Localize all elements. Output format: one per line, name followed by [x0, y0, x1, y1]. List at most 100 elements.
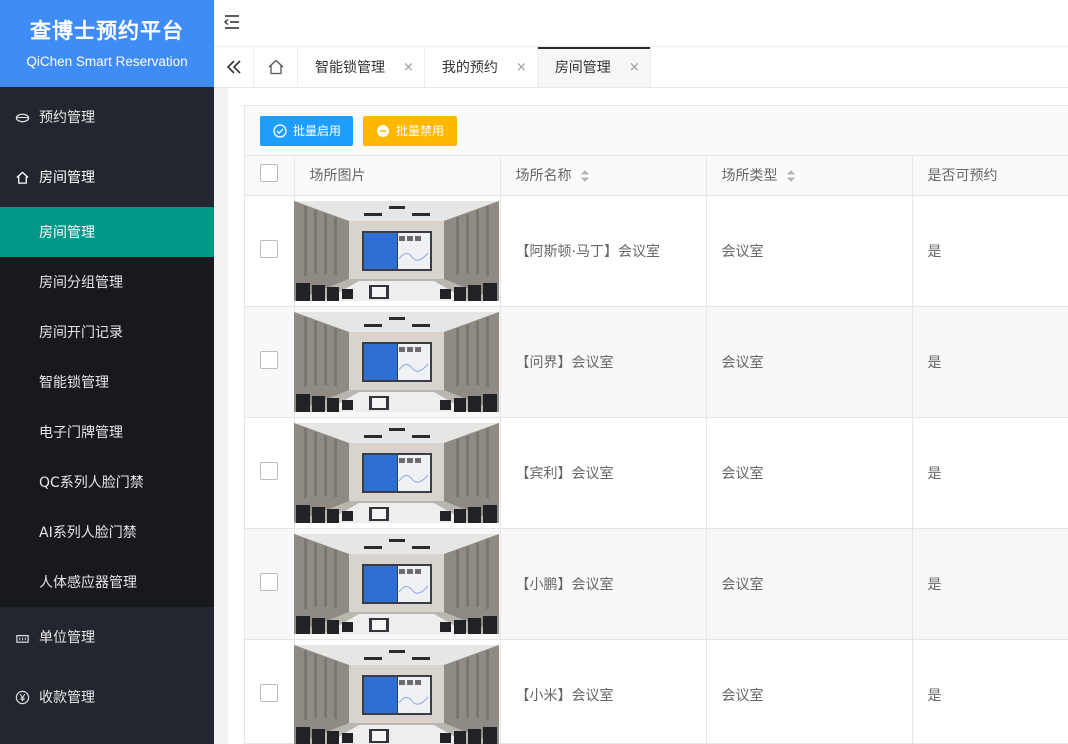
- building-icon: [14, 629, 30, 645]
- room-bookable: 是: [912, 306, 1068, 418]
- tab-bar: 智能锁管理 × 我的预约 × 房间管理 ×: [214, 47, 1068, 88]
- room-type: 会议室: [706, 306, 913, 418]
- nav-room[interactable]: 房间管理: [0, 147, 214, 207]
- sidebar-item-smart-lock[interactable]: 智能锁管理: [0, 357, 214, 407]
- sidebar-item-qc-face[interactable]: QC系列人脸门禁: [0, 457, 214, 507]
- room-image-cell: [293, 306, 501, 418]
- batch-disable-button[interactable]: 批量禁用: [363, 115, 457, 146]
- row-checkbox[interactable]: [260, 683, 279, 702]
- row-select-cell: [245, 417, 295, 529]
- row-select-cell: [245, 195, 295, 307]
- check-circle-icon: [273, 123, 287, 138]
- room-bookable: 是: [912, 417, 1068, 529]
- batch-enable-label: 批量启用: [293, 124, 342, 138]
- tab-my-reservations[interactable]: 我的预约 ×: [425, 47, 538, 87]
- nav-unit-label: 单位管理: [39, 630, 95, 646]
- row-select-cell: [245, 528, 295, 640]
- room-type: 会议室: [706, 528, 913, 640]
- sidebar-item-room-group[interactable]: 房间分组管理: [0, 257, 214, 307]
- header-name-label: 场所名称: [515, 168, 572, 185]
- room-photo: [293, 533, 499, 634]
- home-icon: [14, 169, 30, 185]
- header-name[interactable]: 场所名称: [500, 156, 707, 196]
- room-photo: [293, 644, 499, 744]
- table-row: 【问界】会议室 会议室是: [245, 306, 1068, 418]
- room-photo: [293, 422, 499, 523]
- top-header: [214, 0, 1068, 47]
- table-row: 【小鹏】会议室 会议室是: [245, 528, 1068, 640]
- close-icon[interactable]: ×: [516, 60, 527, 75]
- room-table: 场所图片 场所名称 场所类型 是否可预约 【阿斯顿·马丁】会议室 会议室是 【问…: [245, 156, 1068, 744]
- sort-icon[interactable]: [786, 169, 796, 183]
- reservation-icon: [14, 109, 30, 125]
- tab-label: 我的预约: [441, 60, 498, 76]
- batch-enable-button[interactable]: 批量启用: [260, 115, 353, 146]
- tab-label: 智能锁管理: [315, 60, 385, 76]
- table-row: 【宾利】会议室 会议室是: [245, 417, 1068, 529]
- room-name: 【阿斯顿·马丁】会议室: [500, 195, 707, 307]
- tab-room-management[interactable]: 房间管理 ×: [537, 47, 651, 87]
- tab-scroll-left[interactable]: [214, 47, 254, 87]
- home-icon: [268, 59, 283, 75]
- main-content: 批量启用 批量禁用 场所图片 场所名称 场所类型 是否可预约 【阿斯顿·马丁】会…: [228, 88, 1068, 744]
- row-select-cell: [245, 639, 295, 744]
- nav-payment[interactable]: 收款管理: [0, 667, 214, 727]
- room-image-cell: [293, 195, 501, 307]
- room-type: 会议室: [706, 195, 913, 307]
- room-name: 【小鹏】会议室: [500, 528, 707, 640]
- room-image-cell: [293, 639, 501, 744]
- nav-reservation[interactable]: 预约管理: [0, 87, 214, 147]
- table-row: 【小米】会议室 会议室是: [245, 639, 1068, 744]
- batch-disable-label: 批量禁用: [396, 124, 445, 138]
- nav-reservation-label: 预约管理: [39, 110, 95, 126]
- sidebar: 查博士预约平台 QiChen Smart Reservation 预约管理 房间…: [0, 0, 214, 744]
- tab-smart-lock[interactable]: 智能锁管理 ×: [298, 47, 425, 87]
- disable-circle-icon: [377, 124, 389, 137]
- select-all-cell: [245, 156, 295, 196]
- close-icon[interactable]: ×: [629, 60, 640, 75]
- sidebar-item-sensor[interactable]: 人体感应器管理: [0, 557, 214, 607]
- room-type: 会议室: [706, 639, 913, 744]
- room-name: 【问界】会议室: [500, 306, 707, 418]
- brand-subtitle: QiChen Smart Reservation: [26, 54, 188, 69]
- brand-title: 查博士预约平台: [30, 19, 184, 43]
- row-checkbox[interactable]: [260, 350, 279, 369]
- yen-icon: [14, 689, 30, 705]
- table-panel: 批量启用 批量禁用 场所图片 场所名称 场所类型 是否可预约 【阿斯顿·马丁】会…: [244, 105, 1068, 744]
- table-toolbar: 批量启用 批量禁用: [245, 106, 1068, 156]
- sidebar-item-door-sign[interactable]: 电子门牌管理: [0, 407, 214, 457]
- sort-icon[interactable]: [580, 169, 590, 183]
- nav-room-label: 房间管理: [39, 170, 95, 186]
- select-all-checkbox[interactable]: [260, 164, 279, 183]
- header-type[interactable]: 场所类型: [706, 156, 913, 196]
- sidebar-item-door-records[interactable]: 房间开门记录: [0, 307, 214, 357]
- tab-label: 房间管理: [554, 60, 611, 76]
- room-bookable: 是: [912, 528, 1068, 640]
- menu-fold-icon[interactable]: [222, 12, 242, 32]
- row-checkbox[interactable]: [260, 572, 279, 591]
- double-chevron-left-icon: [226, 60, 241, 74]
- row-checkbox[interactable]: [260, 239, 279, 258]
- nav-unit[interactable]: 单位管理: [0, 607, 214, 667]
- row-select-cell: [245, 306, 295, 418]
- room-photo: [293, 311, 499, 412]
- table-row: 【阿斯顿·马丁】会议室 会议室是: [245, 195, 1068, 307]
- tab-home[interactable]: [254, 47, 298, 87]
- room-type: 会议室: [706, 417, 913, 529]
- sidebar-item-ai-face[interactable]: AI系列人脸门禁: [0, 507, 214, 557]
- room-image-cell: [293, 528, 501, 640]
- close-icon[interactable]: ×: [403, 60, 414, 75]
- room-submenu: 房间管理 房间分组管理 房间开门记录 智能锁管理 电子门牌管理 QC系列人脸门禁…: [0, 207, 214, 607]
- nav-payment-label: 收款管理: [39, 690, 95, 706]
- brand-logo: 查博士预约平台 QiChen Smart Reservation: [0, 0, 214, 87]
- sidebar-item-room-management[interactable]: 房间管理: [0, 207, 214, 257]
- room-bookable: 是: [912, 639, 1068, 744]
- header-type-label: 场所类型: [721, 168, 778, 185]
- header-image: 场所图片: [294, 156, 501, 196]
- header-bookable: 是否可预约: [912, 156, 1068, 196]
- room-bookable: 是: [912, 195, 1068, 307]
- room-name: 【宾利】会议室: [500, 417, 707, 529]
- room-photo: [293, 200, 499, 301]
- row-checkbox[interactable]: [260, 461, 279, 480]
- table-header-row: 场所图片 场所名称 场所类型 是否可预约: [245, 156, 1068, 196]
